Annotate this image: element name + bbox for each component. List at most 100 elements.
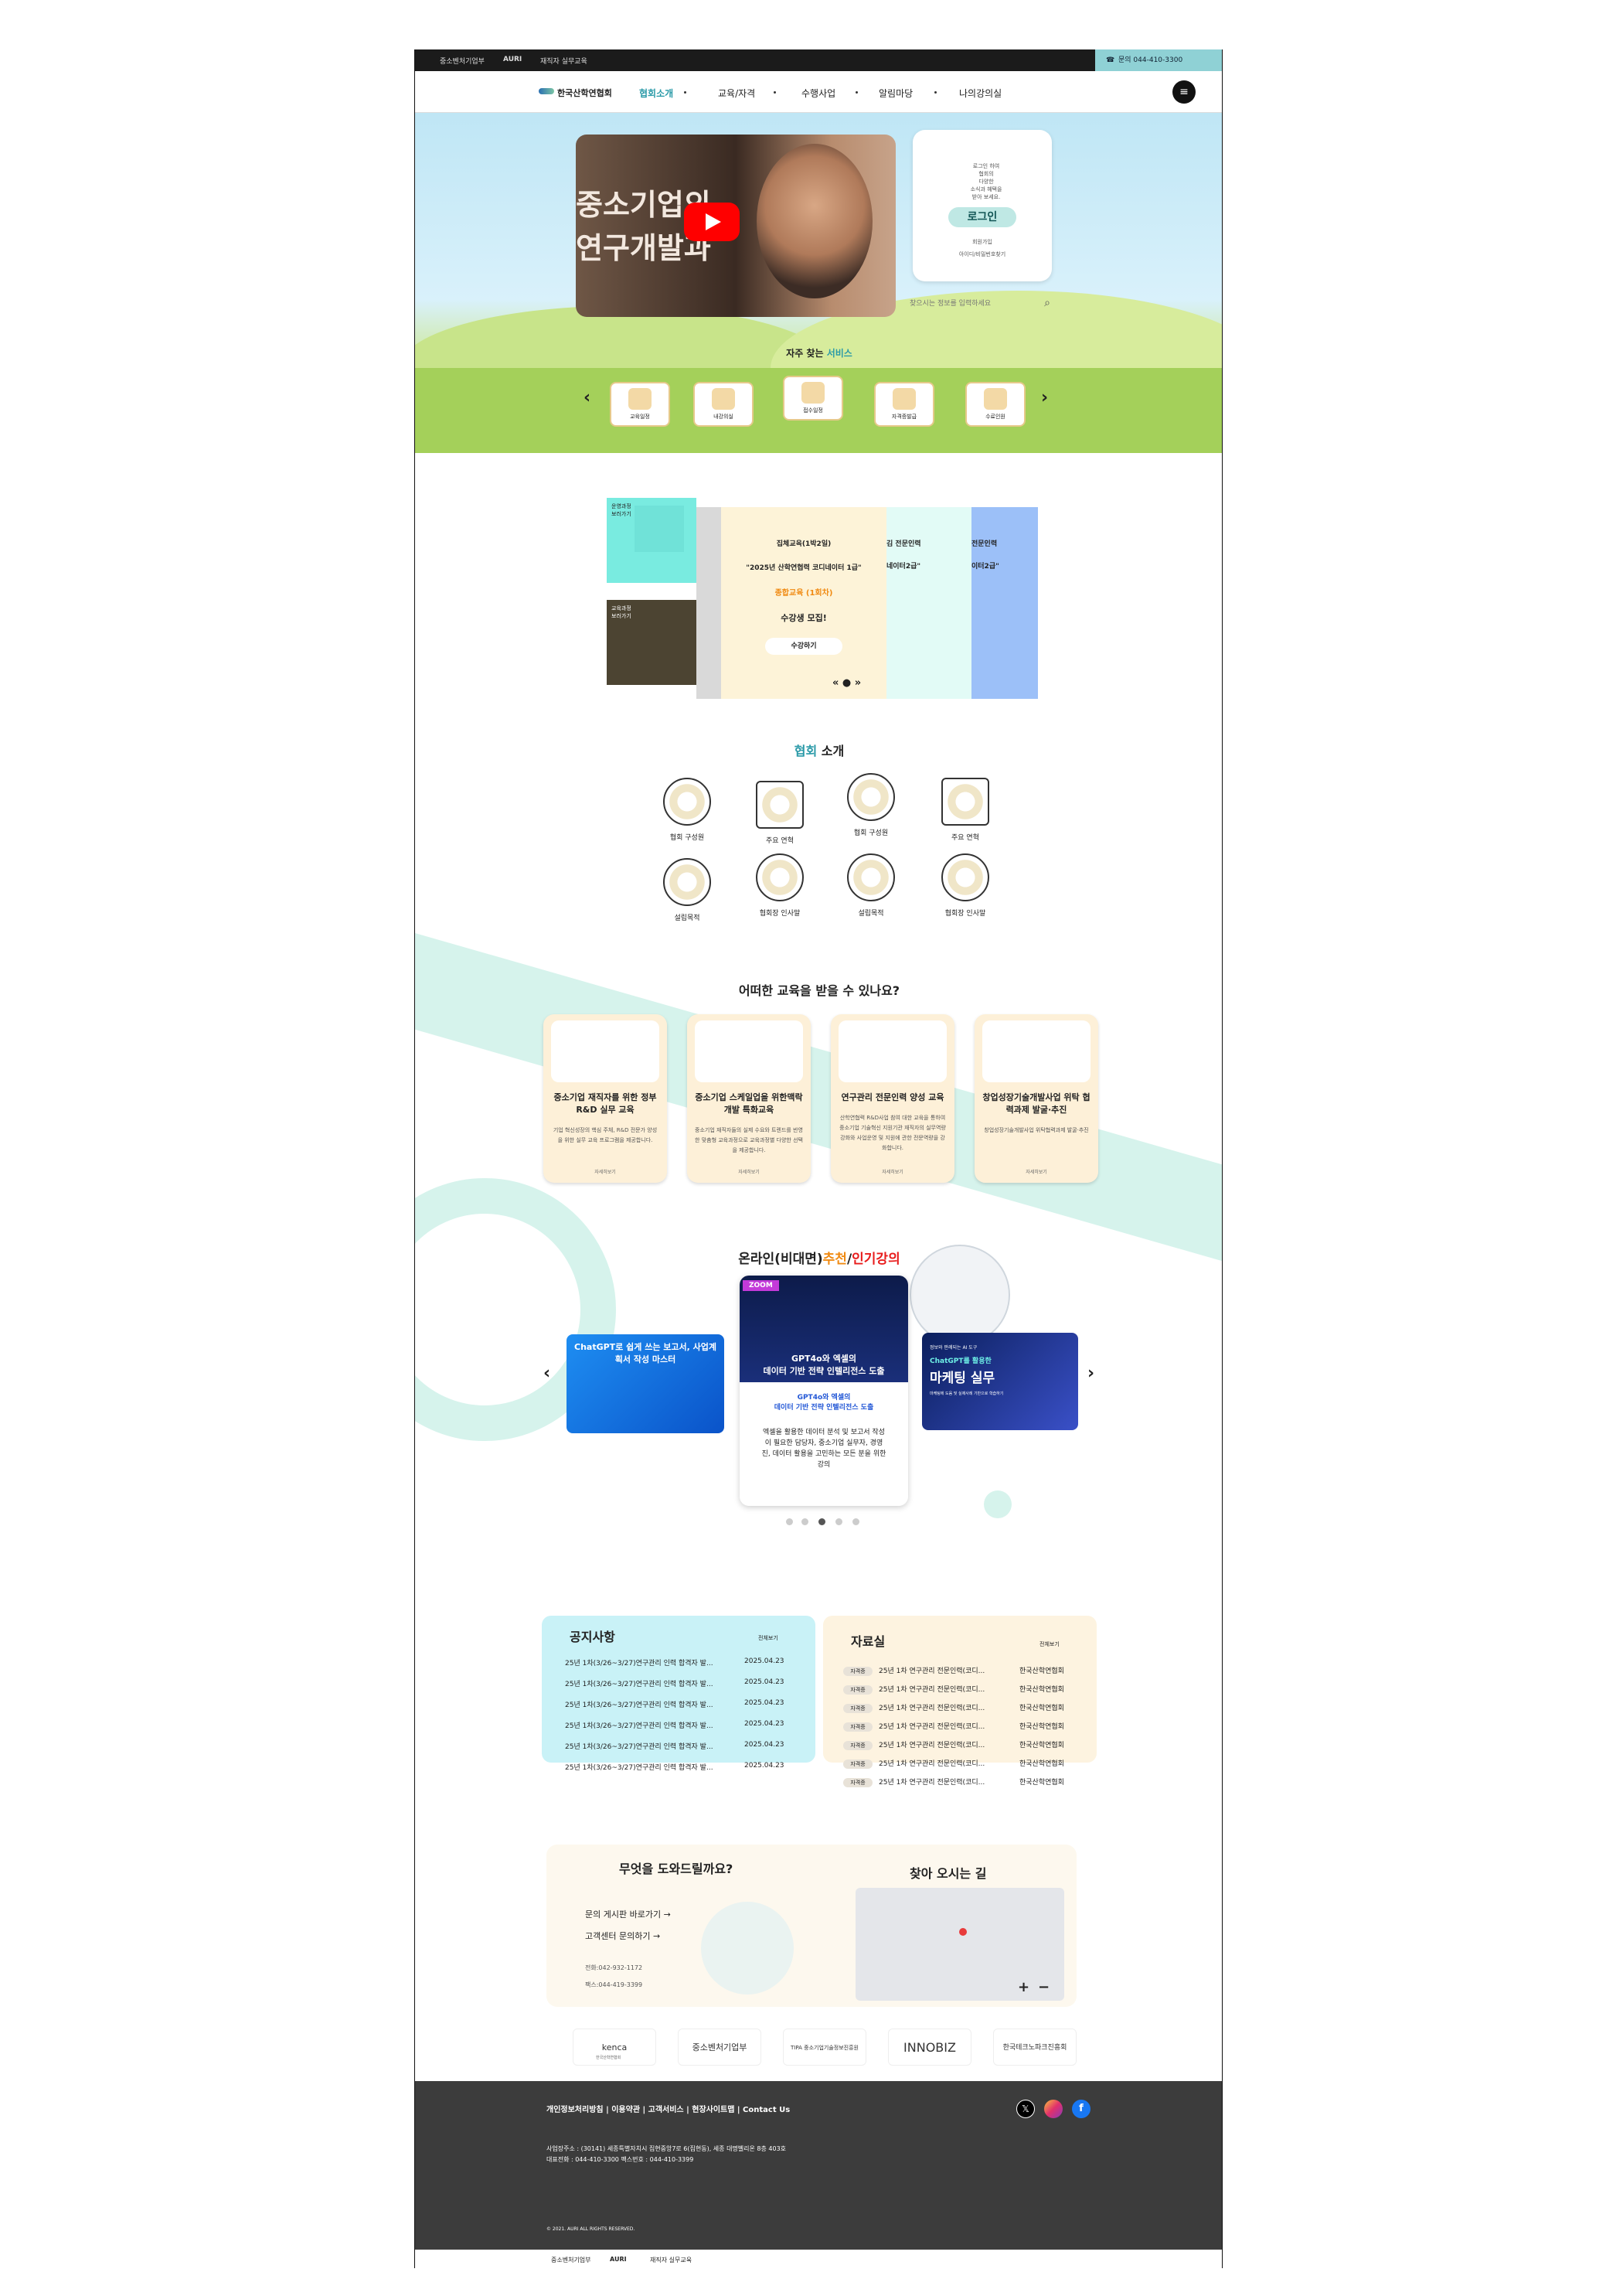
course-link-bottom[interactable]: 교육과정 보러가기: [607, 600, 696, 685]
notice-row[interactable]: 25년 1차(3/26~3/27)연구관리 인력 합격자 발... 2025.04…: [565, 1720, 784, 1730]
education-card[interactable]: 연구관리 전문인력 양성 교육 산학연협력 R&D사업 참여 대한 교육을 통하…: [831, 1014, 954, 1183]
menu-icon[interactable]: ≡: [1172, 80, 1196, 104]
search-input[interactable]: [910, 295, 1033, 312]
nav-dot: [684, 91, 686, 94]
chevron-right-icon[interactable]: ›: [1041, 388, 1048, 407]
library-row[interactable]: 자격증 25년 1차 연구관리 전문인력(코디... 한국산학연협회: [843, 1739, 1064, 1750]
course-card-left[interactable]: ChatGPT로 쉽게 쓰는 보고서, 사업계획서 작성 마스터: [567, 1334, 724, 1433]
service-certificate[interactable]: 자격증발급: [874, 382, 934, 427]
about-greeting[interactable]: 협회장 인사말: [931, 853, 999, 918]
featured-slide[interactable]: 집체교육(1박2일) "2025년 산학연협력 코디네이터 1급" 종합교육 (…: [721, 507, 886, 699]
mss-logo[interactable]: 중소벤처기업부: [551, 2256, 591, 2264]
login-prompt-line: 다양한: [978, 179, 994, 185]
partner-mss[interactable]: 중소벤처기업부: [678, 2029, 761, 2066]
library-row[interactable]: 자격증 25년 1차 연구관리 전문인력(코디... 한국산학연협회: [843, 1721, 1064, 1732]
location-map[interactable]: + −: [856, 1888, 1064, 2001]
about-members[interactable]: 협회 구성원: [653, 778, 721, 842]
about-title: 협회 소개: [415, 741, 1222, 759]
notice-text: 25년 1차(3/26~3/27)연구관리 인력 합격자 발...: [565, 1702, 713, 1709]
find-account-link[interactable]: 아이디/비밀번호찾기: [913, 250, 1052, 258]
about-purpose[interactable]: 설립목적: [837, 853, 905, 918]
notice-text: 25년 1차(3/26~3/27)연구관리 인력 합격자 발...: [565, 1743, 713, 1751]
notice-row[interactable]: 25년 1차(3/26~3/27)연구관리 인력 합격자 발... 2025.04…: [565, 1741, 784, 1751]
card-more-link[interactable]: 자세히보기: [831, 1168, 954, 1175]
card-more-link[interactable]: 자세히보기: [543, 1168, 667, 1175]
card-more-link[interactable]: 자세히보기: [975, 1168, 1098, 1175]
partner-technopark[interactable]: 한국테크노파크진흥회: [993, 2029, 1077, 2066]
carousel-dot[interactable]: [852, 1518, 859, 1525]
book-icon: [628, 388, 652, 410]
library-row[interactable]: 자격증 25년 1차 연구관리 전문인력(코디... 한국산학연협회: [843, 1702, 1064, 1713]
login-button[interactable]: 로그인: [948, 207, 1016, 227]
library-row[interactable]: 자격증 25년 1차 연구관리 전문인력(코디... 한국산학연협회: [843, 1665, 1064, 1676]
slider-controls[interactable]: « ● »: [832, 677, 861, 689]
nav-education[interactable]: 교육/자격: [718, 87, 755, 100]
about-members[interactable]: 협회 구성원: [837, 773, 905, 837]
youtube-play-icon[interactable]: [684, 203, 740, 241]
instagram-icon[interactable]: [1044, 2100, 1063, 2118]
library-row[interactable]: 자격증 25년 1차 연구관리 전문인력(코디... 한국산학연협회: [843, 1777, 1064, 1787]
promo-video[interactable]: 중소기업의 연구개발과: [576, 135, 896, 317]
notice-more-link[interactable]: 전체보기: [758, 1634, 778, 1642]
partner-label: TIPA 중소기업기술정보진흥원: [791, 2045, 859, 2051]
footer-links[interactable]: 개인정보처리방침 | 이용약관 | 고객서비스 | 현장사이트맵 | Conta…: [546, 2103, 790, 2114]
auri-logo[interactable]: AURI: [610, 2256, 627, 2263]
about-purpose[interactable]: 설립목적: [653, 858, 721, 922]
service-schedule[interactable]: 교육일정: [610, 382, 670, 427]
education-card[interactable]: 중소기업 재직자를 위한 정부 R&D 실무 교육 기업 혁신성장의 핵심 주체…: [543, 1014, 667, 1183]
partner-tipa[interactable]: TIPA 중소기업기술정보진흥원: [783, 2029, 866, 2066]
site-logo[interactable]: 한국산학연협회: [539, 83, 625, 100]
about-greeting[interactable]: 협회장 인사말: [746, 853, 814, 918]
chevron-left-icon[interactable]: ‹: [584, 388, 590, 407]
slide-peek-1[interactable]: 김 전문인력 네이터2급": [886, 507, 971, 699]
customer-center-link[interactable]: 고객센터 문의하기 →: [585, 1930, 660, 1942]
chevron-right-icon[interactable]: ›: [1087, 1364, 1094, 1383]
slide-peek-2[interactable]: 전문인력 이터2급": [971, 507, 1038, 699]
nav-projects[interactable]: 수행사업: [801, 87, 835, 100]
card-more-link[interactable]: 자세히보기: [687, 1168, 811, 1175]
x-icon[interactable]: 𝕏: [1016, 2100, 1035, 2118]
service-graduates[interactable]: 수료인원: [965, 382, 1026, 427]
signup-link[interactable]: 회원가입: [913, 238, 1052, 246]
notice-row[interactable]: 25년 1차(3/26~3/27)연구관리 인력 합격자 발... 2025.04…: [565, 1678, 784, 1688]
nav-about[interactable]: 협회소개: [639, 87, 673, 100]
library-row[interactable]: 자격증 25년 1차 연구관리 전문인력(코디... 한국산학연협회: [843, 1758, 1064, 1769]
course-card-featured[interactable]: ZOOM GPT4o와 엑셀의 데이터 기반 전략 인텔리전스 도출 GPT4o…: [740, 1276, 908, 1506]
search-bar: ⌕: [910, 295, 1056, 312]
service-my-class[interactable]: 내강의실: [693, 382, 754, 427]
course-card-right[interactable]: 정보와 판례되는 AI 도구 ChatGPT를 활용한 마케팅 실무 마케팅에 …: [922, 1333, 1078, 1430]
nav-notice[interactable]: 알림마당: [879, 87, 913, 100]
search-icon[interactable]: ⌕: [1044, 297, 1050, 309]
zoom-out-icon[interactable]: −: [1038, 1979, 1050, 1995]
about-title-highlight: 협회: [794, 744, 818, 758]
notice-row[interactable]: 25년 1차(3/26~3/27)연구관리 인력 합격자 발... 2025.04…: [565, 1657, 784, 1667]
enroll-button[interactable]: 수강하기: [765, 638, 842, 655]
nav-my-classroom[interactable]: 나의강의실: [959, 87, 1002, 100]
auri-logo[interactable]: AURI: [503, 56, 522, 63]
carousel-dot[interactable]: [835, 1518, 842, 1525]
partner-label: 한국테크노파크진흥회: [1002, 2044, 1067, 2052]
about-history[interactable]: 주요 연혁: [746, 781, 814, 845]
phone-contact[interactable]: ☎ 문의 044-410-3300: [1095, 49, 1222, 71]
carousel-dot-active[interactable]: [818, 1518, 825, 1525]
notice-row[interactable]: 25년 1차(3/26~3/27)연구관리 인력 합격자 발... 2025.04…: [565, 1762, 784, 1772]
facebook-icon[interactable]: f: [1072, 2100, 1091, 2118]
carousel-dot[interactable]: [801, 1518, 808, 1525]
education-card[interactable]: 창업성장기술개발사업 위탁 협력과제 발굴·추진 창업성장기술개발사업 위탁협력…: [975, 1014, 1098, 1183]
logo-text: 한국산학연협회: [557, 88, 612, 98]
about-history[interactable]: 주요 연혁: [931, 778, 999, 842]
lightbulb-people-icon: [756, 853, 804, 901]
partner-innobiz[interactable]: INNOBIZ: [888, 2029, 971, 2066]
mss-logo[interactable]: 중소벤처기업부: [440, 56, 485, 66]
zoom-in-icon[interactable]: +: [1018, 1979, 1029, 1995]
nav-dot: [856, 91, 858, 94]
help-phone: 전화:042-932-1172: [585, 1964, 643, 1971]
notice-row[interactable]: 25년 1차(3/26~3/27)연구관리 인력 합격자 발... 2025.04…: [565, 1699, 784, 1709]
carousel-dot[interactable]: [786, 1518, 793, 1525]
library-row[interactable]: 자격증 25년 1차 연구관리 전문인력(코디... 한국산학연협회: [843, 1684, 1064, 1695]
service-application[interactable]: 접수일정: [783, 376, 843, 421]
chevron-left-icon[interactable]: ‹: [543, 1364, 550, 1383]
library-more-link[interactable]: 전체보기: [1039, 1640, 1060, 1648]
board-link[interactable]: 문의 게시판 바로가기 →: [585, 1908, 671, 1920]
education-card[interactable]: 중소기업 스케일업을 위한맥락개발 특화교육 중소기업 재직자들의 실제 수요와…: [687, 1014, 811, 1183]
